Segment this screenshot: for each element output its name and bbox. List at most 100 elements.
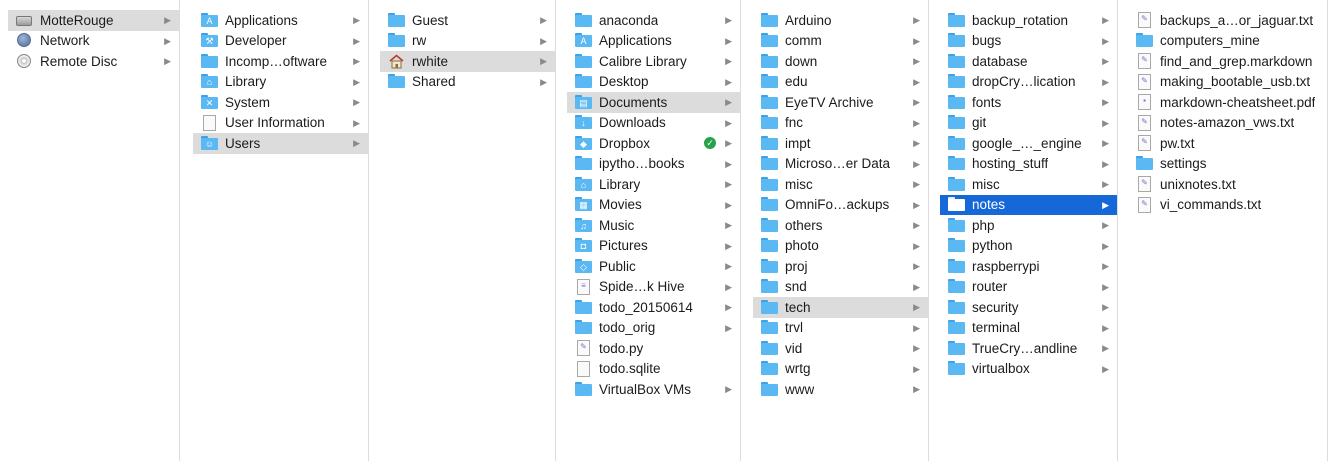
folder-item[interactable]: fonts ▶	[940, 92, 1117, 113]
folder-item[interactable]: ⚒ Developer ▶	[193, 31, 368, 52]
folder-item[interactable]: Desktop ▶	[567, 72, 740, 93]
folder-item[interactable]: www ▶	[753, 379, 928, 400]
folder-item[interactable]: ◘ Pictures ▶	[567, 236, 740, 257]
folder-item[interactable]: notes ▶	[940, 194, 1117, 215]
public-folder-icon: ◇	[575, 258, 592, 274]
folder-item[interactable]: VirtualBox VMs ▶	[567, 379, 740, 400]
folder-item[interactable]: bugs ▶	[940, 31, 1117, 52]
folder-item[interactable]: backup_rotation ▶	[940, 10, 1117, 31]
file-item[interactable]: ▪ markdown-cheatsheet.pdf	[1128, 92, 1327, 113]
folder-item[interactable]: ▦ Movies ▶	[567, 195, 740, 216]
folder-item[interactable]: database ▶	[940, 51, 1117, 72]
folder-item[interactable]: misc ▶	[940, 174, 1117, 195]
file-item[interactable]: ✎ backups_a…or_jaguar.txt	[1128, 10, 1327, 31]
folder-item[interactable]: router ▶	[940, 277, 1117, 298]
folder-item[interactable]: edu ▶	[753, 72, 928, 93]
folder-item[interactable]: security ▶	[940, 297, 1117, 318]
folder-item[interactable]: settings	[1128, 154, 1327, 175]
folder-item[interactable]: TrueCry…andline ▶	[940, 338, 1117, 359]
folder-item[interactable]: rw ▶	[380, 31, 555, 52]
folder-item[interactable]: computers_mine	[1128, 31, 1327, 52]
item-label: misc	[785, 176, 813, 192]
file-item[interactable]: ✎ making_bootable_usb.txt	[1128, 72, 1327, 93]
folder-item[interactable]: todo_20150614 ▶	[567, 297, 740, 318]
folder-item[interactable]: python ▶	[940, 236, 1117, 257]
column-rwhite[interactable]: anaconda ▶ A Applications ▶ Calibre Library ▶ D…	[567, 0, 741, 461]
folder-item[interactable]: anaconda ▶	[567, 10, 740, 31]
folder-item[interactable]: Incomp…oftware ▶	[193, 51, 368, 72]
folder-item[interactable]: fnc ▶	[753, 113, 928, 134]
disclosure-arrow-icon: ▶	[1102, 138, 1109, 148]
folder-icon	[761, 320, 778, 335]
folder-item[interactable]: ⌂ Library ▶	[567, 174, 740, 195]
file-item[interactable]: ✎ unixnotes.txt	[1128, 174, 1327, 195]
file-item[interactable]: ✎ vi_commands.txt	[1128, 195, 1327, 216]
folder-item[interactable]: ⌂ Library ▶	[193, 72, 368, 93]
folder-item[interactable]: virtualbox ▶	[940, 359, 1117, 380]
folder-item[interactable]: Shared ▶	[380, 72, 555, 93]
folder-item[interactable]: rwhite ▶	[380, 51, 555, 72]
folder-item[interactable]: vid ▶	[753, 338, 928, 359]
file-item[interactable]: ≡ Spide…k Hive ▶	[567, 277, 740, 298]
folder-item[interactable]: Guest ▶	[380, 10, 555, 31]
column-tech[interactable]: backup_rotation ▶ bugs ▶ database ▶ dropCry…li…	[940, 0, 1118, 461]
folder-item[interactable]: ♫ Music ▶	[567, 215, 740, 236]
folder-item[interactable]: OmniFo…ackups ▶	[753, 195, 928, 216]
folder-item[interactable]: ▤ Documents ▶	[567, 92, 740, 113]
folder-item[interactable]: todo_orig ▶	[567, 318, 740, 339]
file-item[interactable]: ✎ find_and_grep.markdown	[1128, 51, 1327, 72]
folder-item[interactable]: ✕ System ▶	[193, 92, 368, 113]
folder-item[interactable]: photo ▶	[753, 236, 928, 257]
column-root[interactable]: A Applications ▶ ⚒ Developer ▶ Incomp…oftware ▶…	[193, 0, 369, 461]
disclosure-arrow-icon: ▶	[1102, 240, 1109, 251]
folder-item[interactable]: Calibre Library ▶	[567, 51, 740, 72]
folder-item[interactable]: terminal ▶	[940, 318, 1117, 339]
file-item[interactable]: Network ▶	[8, 31, 179, 52]
file-item[interactable]: MotteRouge ▶	[8, 10, 179, 31]
folder-icon	[201, 53, 218, 69]
folder-item[interactable]: git ▶	[940, 113, 1117, 134]
file-item[interactable]: Remote Disc ▶	[8, 51, 179, 72]
folder-item[interactable]: Arduino ▶	[753, 10, 928, 31]
folder-item[interactable]: ☺ Users ▶	[193, 133, 368, 154]
file-item[interactable]: todo.sqlite	[567, 359, 740, 380]
column-devices[interactable]: MotteRouge ▶ Network ▶ Remote Disc ▶	[8, 0, 180, 461]
folder-item[interactable]: ↓ Downloads ▶	[567, 113, 740, 134]
folder-item[interactable]: ipytho…books ▶	[567, 154, 740, 175]
folder-item[interactable]: dropCry…lication ▶	[940, 72, 1117, 93]
file-item[interactable]: ✎ pw.txt	[1128, 133, 1327, 154]
item-label: snd	[785, 279, 807, 295]
folder-item[interactable]: proj ▶	[753, 256, 928, 277]
folder-item[interactable]: tech ▶	[753, 297, 928, 318]
folder-icon	[761, 238, 778, 253]
folder-item[interactable]: raspberrypi ▶	[940, 256, 1117, 277]
folder-item[interactable]: wrtg ▶	[753, 359, 928, 380]
folder-item[interactable]: google_…_engine ▶	[940, 133, 1117, 154]
folder-item[interactable]: comm ▶	[753, 31, 928, 52]
folder-item[interactable]: EyeTV Archive ▶	[753, 92, 928, 113]
folder-item[interactable]: snd ▶	[753, 277, 928, 298]
folder-item[interactable]: A Applications ▶	[193, 10, 368, 31]
folder-item[interactable]: others ▶	[753, 215, 928, 236]
item-label: proj	[785, 258, 808, 274]
item-label: TrueCry…andline	[972, 340, 1078, 356]
folder-item[interactable]: A Applications ▶	[567, 31, 740, 52]
folder-item[interactable]: trvl ▶	[753, 318, 928, 339]
applications-folder-icon: A	[575, 33, 592, 48]
file-item[interactable]: ✎ todo.py	[567, 338, 740, 359]
folder-item[interactable]: hosting_stuff ▶	[940, 154, 1117, 175]
folder-item[interactable]: ◆ Dropbox ✓ ▶	[567, 133, 740, 154]
folder-item[interactable]: down ▶	[753, 51, 928, 72]
folder-item[interactable]: php ▶	[940, 215, 1117, 236]
folder-item[interactable]: misc ▶	[753, 174, 928, 195]
column-documents[interactable]: Arduino ▶ comm ▶ down ▶ edu ▶ EyeTV Archive ▶ fnc ▶…	[753, 0, 929, 461]
folder-item[interactable]: impt ▶	[753, 133, 928, 154]
file-item[interactable]: User Information ▶	[193, 113, 368, 134]
item-label: VirtualBox VMs	[599, 381, 692, 397]
column-users[interactable]: Guest ▶ rw ▶ rwhite ▶ Shared ▶	[380, 0, 556, 461]
file-item[interactable]: ✎ notes-amazon_vws.txt	[1128, 113, 1327, 134]
disclosure-arrow-icon: ▶	[725, 117, 732, 128]
folder-item[interactable]: ◇ Public ▶	[567, 256, 740, 277]
column-notes[interactable]: ✎ backups_a…or_jaguar.txt computers_mine ✎ f…	[1128, 0, 1328, 461]
folder-item[interactable]: Microso…er Data ▶	[753, 154, 928, 175]
